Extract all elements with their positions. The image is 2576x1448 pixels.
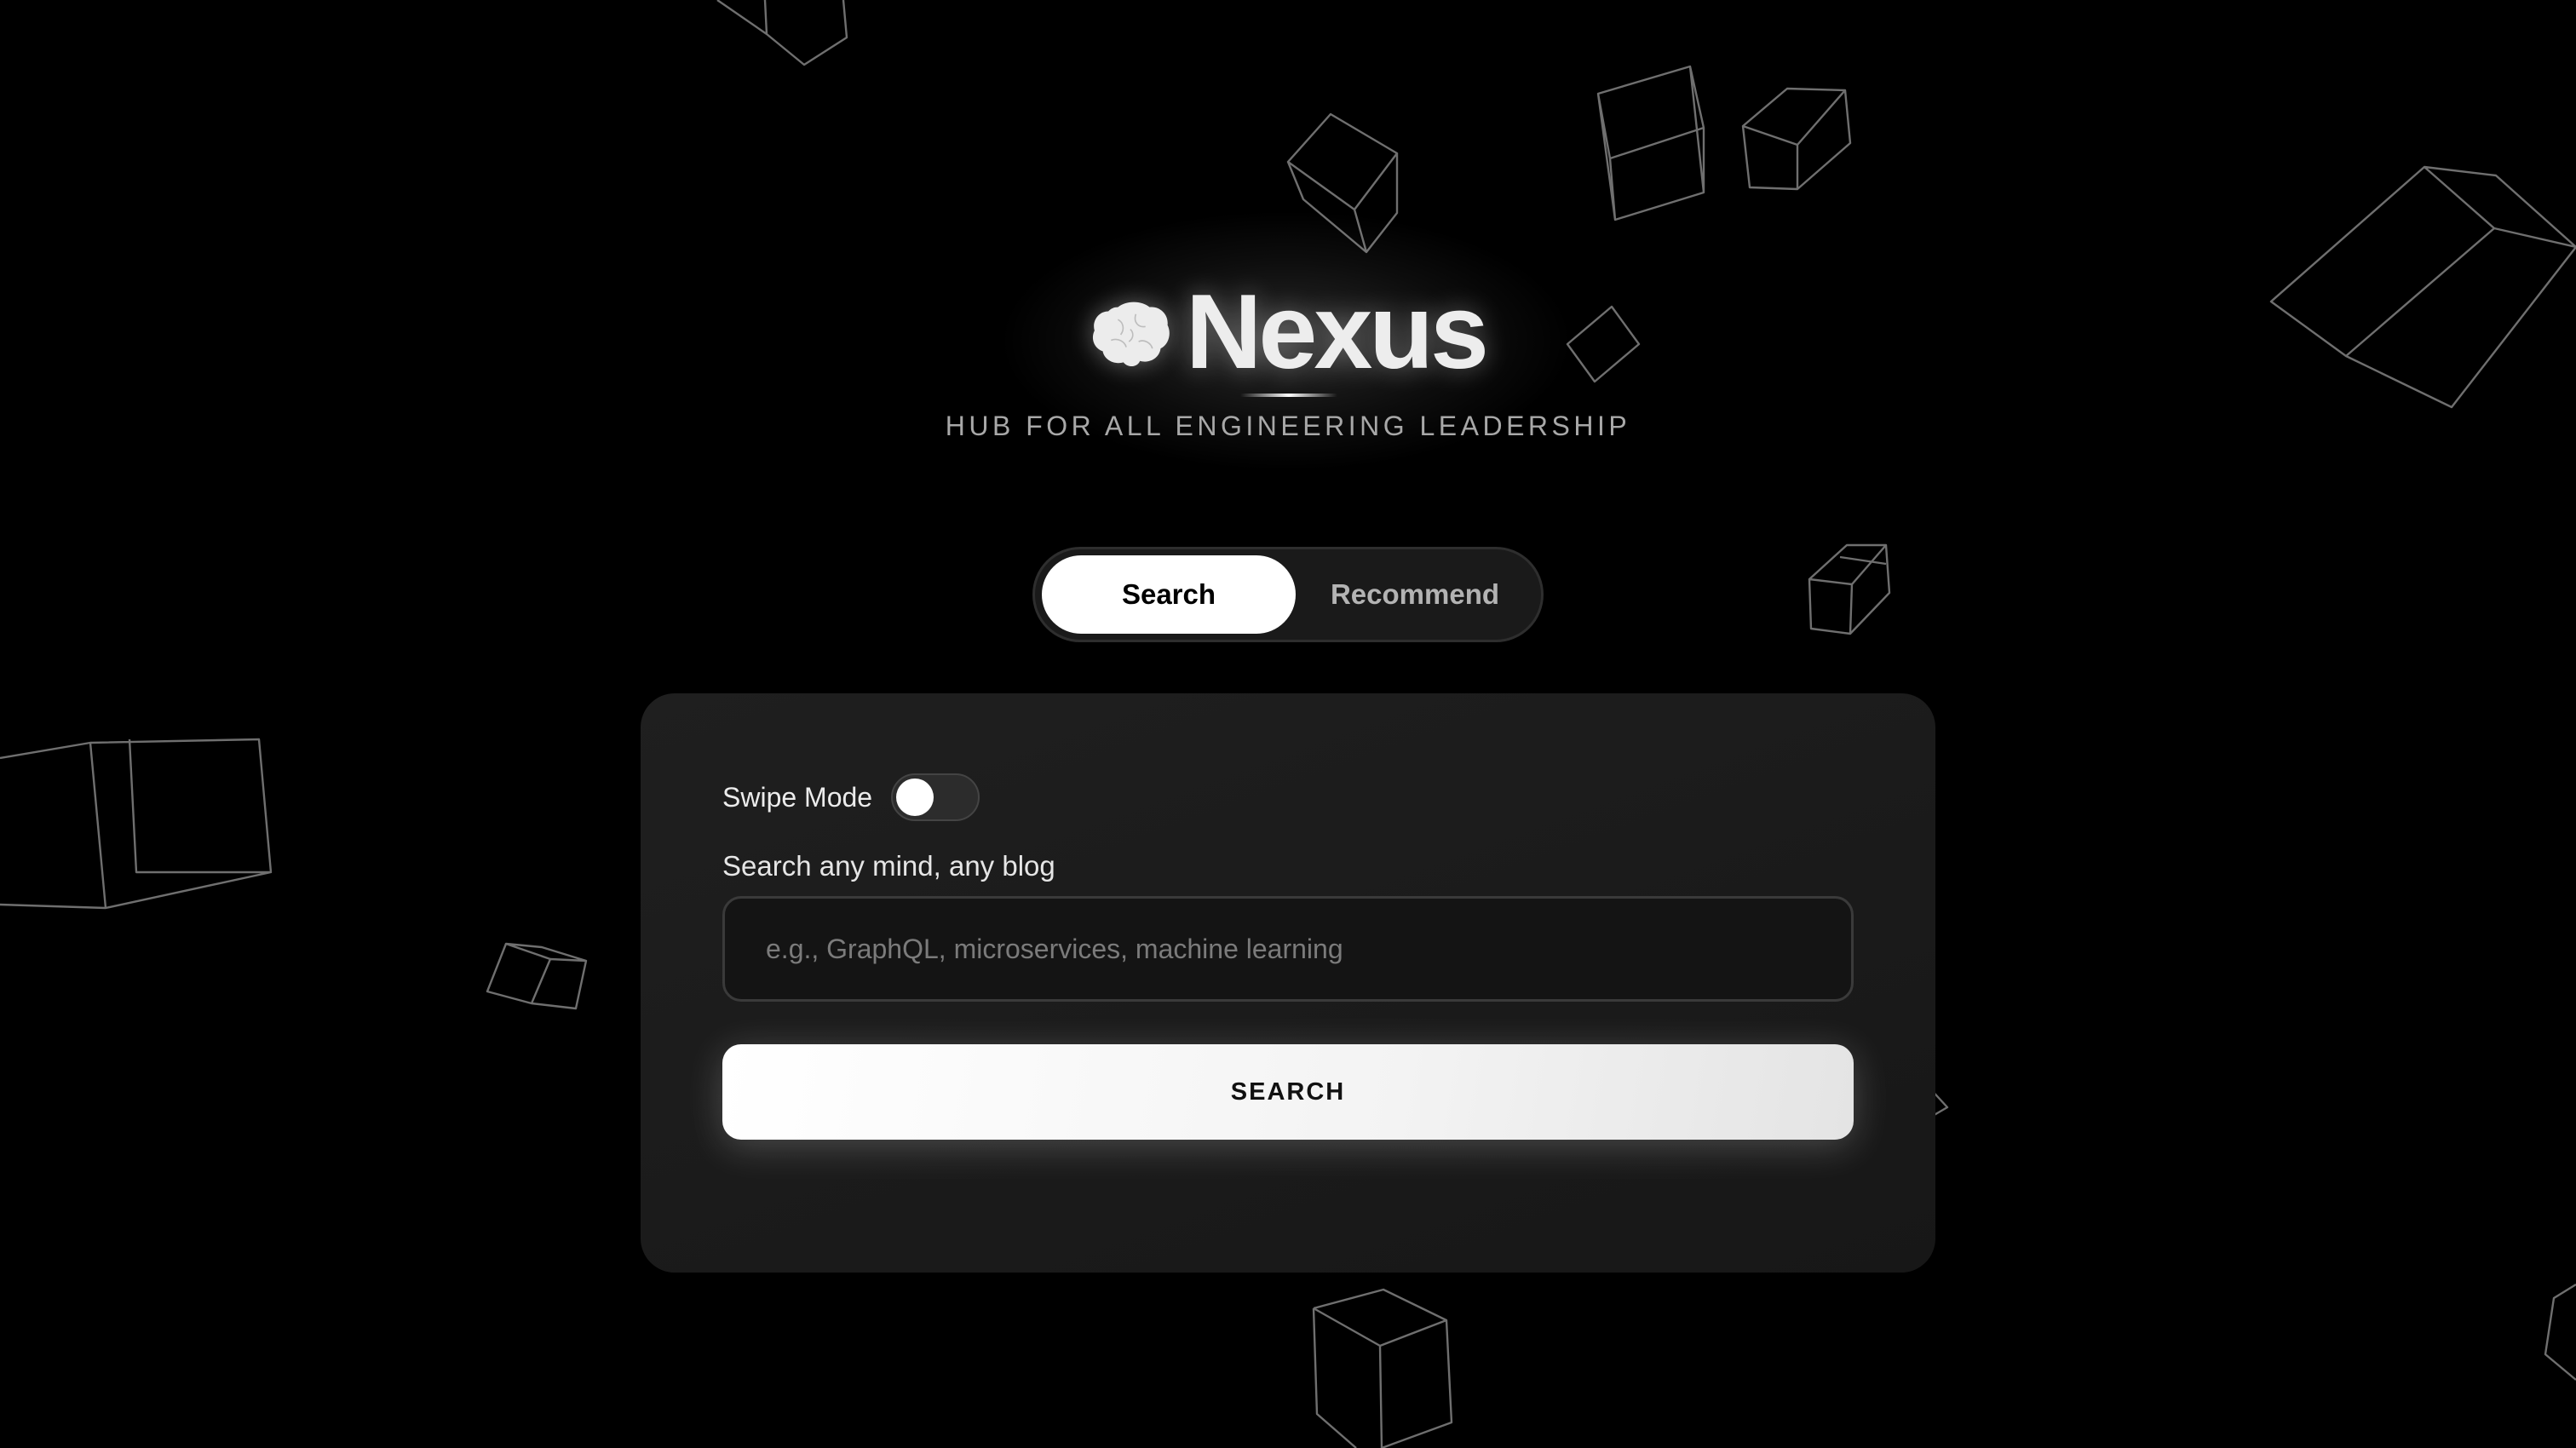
wireframe-cube <box>716 0 848 66</box>
tab-search[interactable]: Search <box>1042 555 1296 634</box>
wireframe-cube <box>1808 543 1891 635</box>
mode-toggle: Search Recommend <box>1032 547 1544 642</box>
wireframe-cube <box>0 738 273 910</box>
wireframe-cube <box>1741 87 1852 191</box>
search-button[interactable]: SEARCH <box>722 1044 1854 1140</box>
brand-header: Nexus <box>1090 273 1489 391</box>
swipe-mode-row: Swipe Mode <box>722 773 980 821</box>
search-panel: Swipe Mode Search any mind, any blog SEA… <box>641 693 1935 1273</box>
wireframe-cube <box>1312 1288 1453 1448</box>
swipe-mode-toggle[interactable] <box>891 773 980 821</box>
swipe-mode-label: Swipe Mode <box>722 781 873 813</box>
wireframe-cube <box>2544 1283 2576 1381</box>
tab-recommend[interactable]: Recommend <box>1296 555 1534 634</box>
wireframe-cube <box>2269 165 2576 409</box>
app-title: Nexus <box>1185 273 1489 391</box>
wireframe-cube <box>486 942 588 1010</box>
title-underline <box>1240 394 1337 397</box>
wireframe-cube <box>1286 112 1399 254</box>
wireframe-cube <box>1566 305 1641 383</box>
tagline: HUB FOR ALL ENGINEERING LEADERSHIP <box>945 411 1631 441</box>
search-field-label: Search any mind, any blog <box>722 850 1055 882</box>
toggle-knob <box>896 779 934 816</box>
search-input[interactable] <box>722 896 1854 1002</box>
wireframe-cube <box>1596 65 1705 221</box>
brain-icon <box>1092 302 1170 367</box>
